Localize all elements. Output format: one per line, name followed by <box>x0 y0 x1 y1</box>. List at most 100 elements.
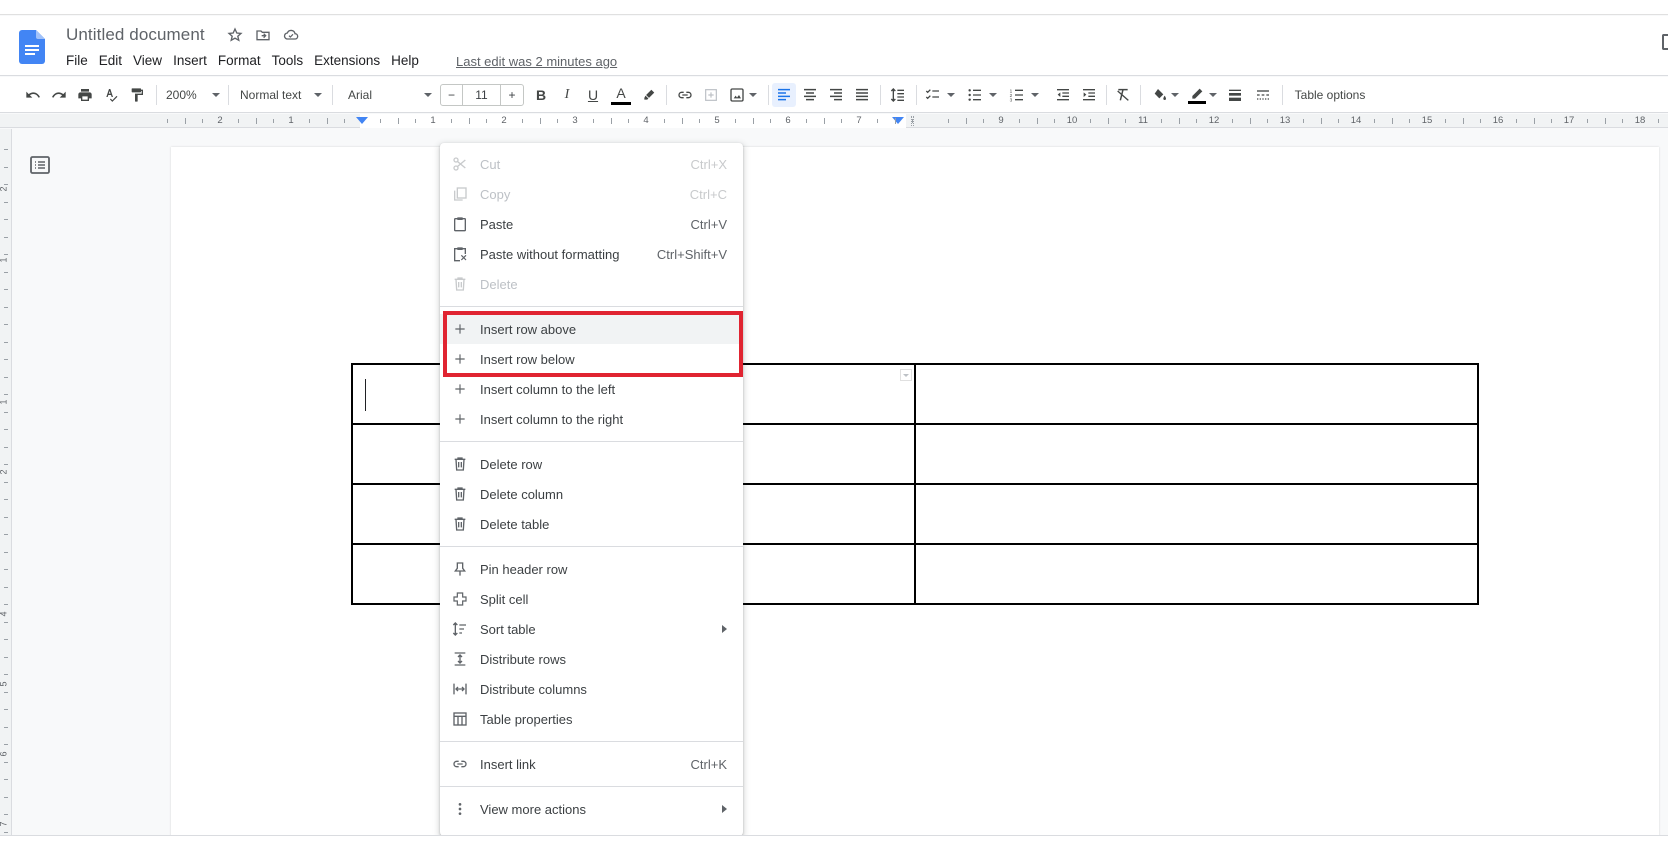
menu-format[interactable]: Format <box>218 53 261 68</box>
cell-menu-button[interactable] <box>900 369 912 381</box>
table-options-button[interactable]: Table options <box>1290 83 1370 107</box>
menu-item-delete-row[interactable]: Delete row <box>440 449 743 479</box>
increase-indent-icon[interactable] <box>1078 83 1100 107</box>
checklist-button[interactable] <box>922 83 958 107</box>
clear-formatting-icon[interactable] <box>1112 83 1134 107</box>
last-edit-link[interactable]: Last edit was 2 minutes ago <box>456 54 617 69</box>
text-color-button[interactable]: A <box>609 83 633 107</box>
ruler-tick <box>1534 118 1535 124</box>
menu-item-label: Pin header row <box>480 561 568 577</box>
vruler-tick <box>4 237 8 238</box>
numbered-list-button[interactable]: 123 <box>1006 83 1042 107</box>
vruler-tick <box>4 289 8 290</box>
bulleted-list-button[interactable] <box>964 83 1000 107</box>
menu-tools[interactable]: Tools <box>272 53 304 68</box>
decrease-font-size-button[interactable]: − <box>441 85 463 105</box>
vruler-tick <box>4 622 8 623</box>
menu-item-insert-link[interactable]: Insert link Ctrl+K <box>440 749 743 779</box>
menu-item-copy[interactable]: Copy Ctrl+C <box>440 179 743 209</box>
horizontal-ruler[interactable]: 2 1 1 2 3 4 5 6 7 9 10 11 12 13 14 15 16 17 18 <box>0 114 1668 128</box>
align-justify-icon[interactable] <box>850 83 874 107</box>
menu-item-insert-row-below[interactable]: Insert row below <box>440 344 743 374</box>
undo-icon[interactable] <box>22 83 44 107</box>
left-indent-marker[interactable] <box>356 117 368 124</box>
menu-insert[interactable]: Insert <box>173 53 207 68</box>
font-family-select[interactable]: Arial <box>348 83 432 107</box>
ruler-tick <box>1392 118 1393 124</box>
vruler-tick <box>4 657 8 658</box>
menu-item-paste-without-formatting[interactable]: Paste without formatting Ctrl+Shift+V <box>440 239 743 269</box>
add-comment-icon[interactable] <box>700 83 722 107</box>
document-title[interactable]: Untitled document <box>66 25 205 45</box>
menu-item-pin-header-row[interactable]: Pin header row <box>440 554 743 584</box>
menu-item-delete[interactable]: Delete <box>440 269 743 299</box>
bulleted-list-icon <box>968 89 981 101</box>
menu-item-paste[interactable]: Paste Ctrl+V <box>440 209 743 239</box>
move-to-folder-icon[interactable] <box>254 26 272 44</box>
spellcheck-icon[interactable] <box>100 83 122 107</box>
menu-item-cut[interactable]: Cut Ctrl+X <box>440 149 743 179</box>
menu-item-sort-table[interactable]: Sort table <box>440 614 743 644</box>
chevron-down-icon <box>1208 93 1217 97</box>
table-cell[interactable] <box>914 363 1479 425</box>
ruler-label: 5 <box>714 115 720 126</box>
menu-item-insert-column-to-the-right[interactable]: Insert column to the right <box>440 404 743 434</box>
cloud-saved-icon[interactable] <box>282 26 300 44</box>
menu-item-table-properties[interactable]: Table properties <box>440 704 743 734</box>
border-width-icon[interactable] <box>1224 83 1246 107</box>
star-icon[interactable] <box>226 26 244 44</box>
menu-item-distribute-rows[interactable]: Distribute rows <box>440 644 743 674</box>
italic-button[interactable]: I <box>556 83 578 107</box>
trash-icon <box>452 456 468 472</box>
insert-image-button[interactable] <box>726 83 760 107</box>
ruler-label: 2 <box>501 115 507 126</box>
right-indent-marker[interactable] <box>892 117 904 124</box>
split-cell-icon <box>452 591 468 607</box>
menu-view[interactable]: View <box>133 53 162 68</box>
menu-item-delete-column[interactable]: Delete column <box>440 479 743 509</box>
text-cursor <box>365 379 366 411</box>
document-outline-icon[interactable] <box>30 156 50 174</box>
menu-item-insert-column-to-the-left[interactable]: Insert column to the left <box>440 374 743 404</box>
menu-file[interactable]: File <box>66 53 88 68</box>
highlight-color-icon[interactable] <box>638 83 660 107</box>
menu-item-label: Delete <box>480 276 518 292</box>
menu-item-delete-table[interactable]: Delete table <box>440 509 743 539</box>
border-dash-icon[interactable] <box>1252 83 1274 107</box>
table-cell[interactable] <box>914 423 1479 485</box>
insert-link-icon[interactable] <box>674 83 696 107</box>
menu-item-insert-row-above[interactable]: Insert row above <box>440 314 743 344</box>
underline-button[interactable]: U <box>582 83 604 107</box>
increase-font-size-button[interactable]: + <box>501 85 523 105</box>
menu-help[interactable]: Help <box>391 53 419 68</box>
align-right-icon[interactable] <box>824 83 848 107</box>
paint-format-icon[interactable] <box>126 83 148 107</box>
cell-background-color-button[interactable] <box>1150 83 1180 107</box>
ruler-tick <box>1125 119 1126 123</box>
print-icon[interactable] <box>74 83 96 107</box>
vertical-ruler[interactable]: 2 1 1 2 4 5 6 7 <box>0 129 12 835</box>
docs-logo-icon[interactable] <box>19 30 45 64</box>
menu-item-view-more-actions[interactable]: View more actions <box>440 794 743 824</box>
table-cell[interactable] <box>914 483 1479 545</box>
border-color-button[interactable] <box>1186 83 1218 107</box>
zoom-select[interactable]: 200% <box>166 83 220 107</box>
align-center-icon[interactable] <box>798 83 822 107</box>
bold-button[interactable]: B <box>530 83 552 107</box>
menu-item-distribute-columns[interactable]: Distribute columns <box>440 674 743 704</box>
line-spacing-icon[interactable] <box>886 83 910 107</box>
menu-edit[interactable]: Edit <box>99 53 122 68</box>
document-page[interactable] <box>171 147 1659 835</box>
decrease-indent-icon[interactable] <box>1052 83 1074 107</box>
menu-item-split-cell[interactable]: Split cell <box>440 584 743 614</box>
vruler-tick <box>4 832 8 833</box>
table-cell[interactable] <box>914 543 1479 605</box>
paragraph-style-select[interactable]: Normal text <box>240 83 322 107</box>
redo-icon[interactable] <box>48 83 70 107</box>
align-left-icon[interactable] <box>772 83 796 107</box>
menu-extensions[interactable]: Extensions <box>314 53 380 68</box>
vruler-tick <box>4 377 8 378</box>
comment-history-icon[interactable] <box>1662 34 1668 50</box>
font-size-input[interactable]: 11 <box>463 85 501 105</box>
ruler-tick <box>1161 119 1162 123</box>
